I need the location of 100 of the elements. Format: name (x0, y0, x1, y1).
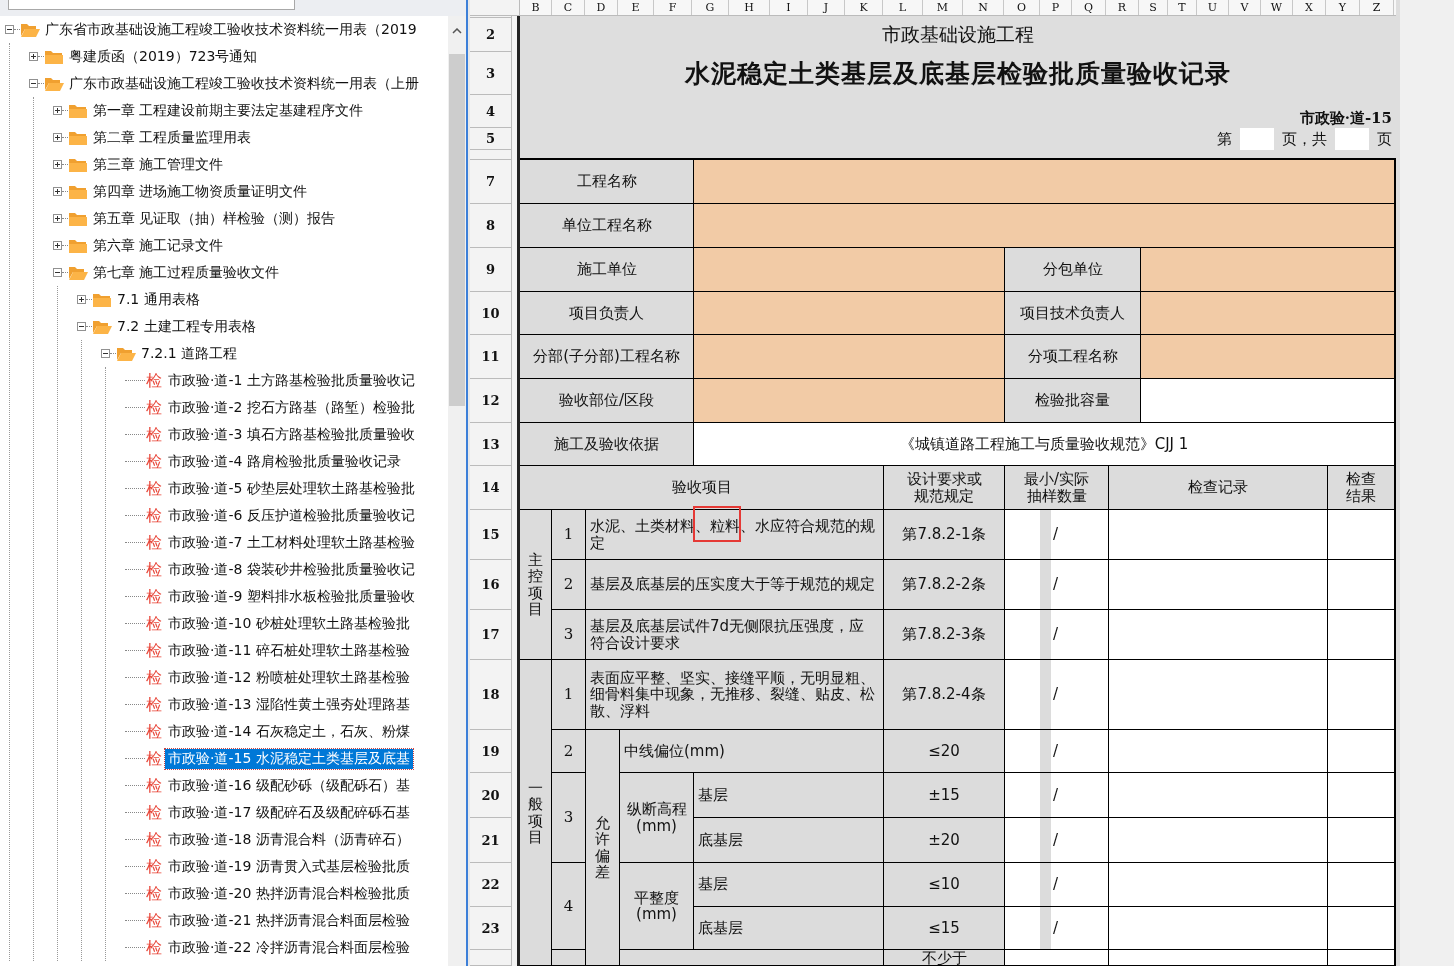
input-field[interactable] (694, 335, 1005, 379)
row-header[interactable]: 9 (470, 248, 512, 292)
expander-toggle[interactable] (53, 241, 62, 250)
tree-item[interactable]: 市政验·道-17 级配碎石及级配碎砾石基 (165, 802, 413, 823)
tree-item[interactable]: 7.1 通用表格 (114, 289, 203, 310)
input-field[interactable] (1141, 292, 1396, 335)
column-header[interactable]: H (729, 0, 770, 15)
tree-item[interactable]: 市政验·道-16 级配砂砾（级配砾石）基 (165, 775, 413, 796)
expander-toggle[interactable] (53, 214, 62, 223)
tree-item[interactable]: 市政验·道-7 土工材料处理软土路基检验 (165, 532, 418, 553)
input-field[interactable] (694, 292, 1005, 335)
tree-item[interactable]: 第二章 工程质量监理用表 (90, 127, 255, 148)
row-header[interactable]: 8 (470, 204, 512, 248)
column-header[interactable]: B (520, 0, 552, 15)
input-field[interactable] (1141, 335, 1396, 379)
expander-toggle[interactable] (77, 322, 86, 331)
tree-item[interactable]: 市政验·道-21 热拌沥青混合料面层检验 (165, 910, 413, 931)
expander-toggle[interactable] (29, 52, 38, 61)
tree-item[interactable]: 市政验·道-5 砂垫层处理软土路基检验批 (165, 478, 418, 499)
row-header[interactable]: 5 (470, 128, 512, 150)
row-header[interactable]: 7 (470, 160, 512, 204)
input-field[interactable] (694, 204, 1396, 248)
row-header[interactable]: 16 (470, 560, 512, 610)
tree-item[interactable]: 市政验·道-10 砂桩处理软土路基检验批 (165, 613, 413, 634)
row-header[interactable]: 4 (470, 95, 512, 128)
tree-item[interactable]: 市政验·道-22 冷拌沥青混合料面层检验 (165, 937, 413, 958)
column-header[interactable]: S (1139, 0, 1168, 15)
column-header[interactable]: Q (1072, 0, 1106, 15)
column-header[interactable]: E (618, 0, 654, 15)
expander-toggle[interactable] (53, 187, 62, 196)
row-header[interactable]: 13 (470, 423, 512, 466)
column-header[interactable]: P (1040, 0, 1072, 15)
tree-item[interactable]: 第三章 施工管理文件 (90, 154, 227, 175)
tree-item[interactable]: 市政验·道-15 水泥稳定土类基层及底基 (165, 748, 413, 769)
tree-item[interactable]: 市政验·道-8 袋装砂井检验批质量验收记 (165, 559, 418, 580)
column-header[interactable]: Z (1360, 0, 1394, 15)
tree-item[interactable]: 市政验·道-12 粉喷桩处理软土路基检验 (165, 667, 413, 688)
tree-item[interactable]: 市政验·道-13 湿陷性黄土强夯处理路基 (165, 694, 413, 715)
tree-item[interactable]: 市政验·道-1 土方路基检验批质量验收记 (165, 370, 418, 391)
tree-item[interactable]: 广东省市政基础设施工程竣工验收技术资料统一用表（2019 (42, 19, 420, 40)
input-field[interactable] (694, 160, 1396, 204)
tree-item[interactable]: 市政验·道-6 反压护道检验批质量验收记 (165, 505, 418, 526)
expander-toggle[interactable] (53, 133, 62, 142)
chevron-up-icon[interactable] (452, 28, 462, 34)
tree-item[interactable]: 7.2 土建工程专用表格 (114, 316, 259, 337)
column-header[interactable]: I (770, 0, 808, 15)
column-header[interactable]: N (963, 0, 1004, 15)
row-header[interactable]: 2 (470, 18, 512, 52)
row-header[interactable]: 18 (470, 660, 512, 730)
input-field[interactable] (694, 379, 1005, 423)
tree-item[interactable]: 市政验·道-18 沥青混合料（沥青碎石） (165, 829, 413, 850)
row-header[interactable]: 19 (470, 730, 512, 773)
expander-toggle[interactable] (77, 295, 86, 304)
tree-item[interactable]: 第四章 进场施工物资质量证明文件 (90, 181, 311, 202)
row-header[interactable]: 20 (470, 773, 512, 818)
row-header[interactable]: 3 (470, 52, 512, 95)
page-count-field[interactable] (1335, 128, 1369, 150)
column-header[interactable]: R (1106, 0, 1139, 15)
tree-item[interactable]: 广东市政基础设施工程竣工验收技术资料统一用表（上册 (66, 73, 422, 94)
tree-item[interactable]: 第一章 工程建设前期主要法定基建程序文件 (90, 100, 367, 121)
tree-item[interactable]: 市政验·道-20 热拌沥青混合料检验批质 (165, 883, 413, 904)
tree-item[interactable]: 市政验·道-2 挖石方路基（路堑）检验批 (165, 397, 418, 418)
row-header[interactable]: 14 (470, 466, 512, 510)
tree-item[interactable]: 市政验·道-9 塑料排水板检验批质量验收 (165, 586, 418, 607)
column-header[interactable]: M (923, 0, 963, 15)
input-field[interactable] (694, 248, 1005, 292)
row-header[interactable]: 15 (470, 510, 512, 560)
expander-toggle[interactable] (29, 79, 38, 88)
tree-item[interactable]: 市政验·道-4 路肩检验批质量验收记录 (165, 451, 404, 472)
row-header[interactable]: 12 (470, 379, 512, 423)
tree-item[interactable]: 第六章 施工记录文件 (90, 235, 227, 256)
search-field[interactable] (8, 0, 295, 10)
expander-toggle[interactable] (53, 268, 62, 277)
scroll-thumb[interactable] (449, 54, 465, 406)
expander-toggle[interactable] (5, 25, 14, 34)
row-header[interactable]: 11 (470, 335, 512, 379)
column-header[interactable]: W (1261, 0, 1293, 15)
input-field[interactable] (1141, 248, 1396, 292)
scrollbar[interactable] (448, 16, 466, 966)
tree-item[interactable]: 市政验·道-14 石灰稳定土，石灰、粉煤 (165, 721, 413, 742)
row-header[interactable]: 17 (470, 610, 512, 660)
row-header[interactable]: 22 (470, 863, 512, 907)
page-number-field[interactable] (1240, 128, 1274, 150)
column-header[interactable]: T (1168, 0, 1197, 15)
expander-toggle[interactable] (53, 160, 62, 169)
column-header[interactable]: F (654, 0, 692, 15)
expander-toggle[interactable] (53, 106, 62, 115)
expander-toggle[interactable] (101, 349, 110, 358)
column-header[interactable]: O (1004, 0, 1040, 15)
column-header[interactable]: D (585, 0, 618, 15)
tree-item[interactable]: 市政验·道-11 碎石桩处理软土路基检验 (165, 640, 413, 661)
column-header[interactable]: L (883, 0, 923, 15)
tree-item[interactable]: 市政验·道-19 沥青贯入式基层检验批质 (165, 856, 413, 877)
column-header[interactable]: G (692, 0, 729, 15)
tree-item[interactable]: 粤建质函（2019）723号通知 (66, 46, 261, 67)
column-header[interactable]: K (845, 0, 883, 15)
row-header[interactable]: 23 (470, 907, 512, 950)
tree-item[interactable]: 市政验·道-3 填石方路基检验批质量验收 (165, 424, 418, 445)
column-header[interactable]: Y (1326, 0, 1360, 15)
column-header[interactable]: V (1229, 0, 1261, 15)
